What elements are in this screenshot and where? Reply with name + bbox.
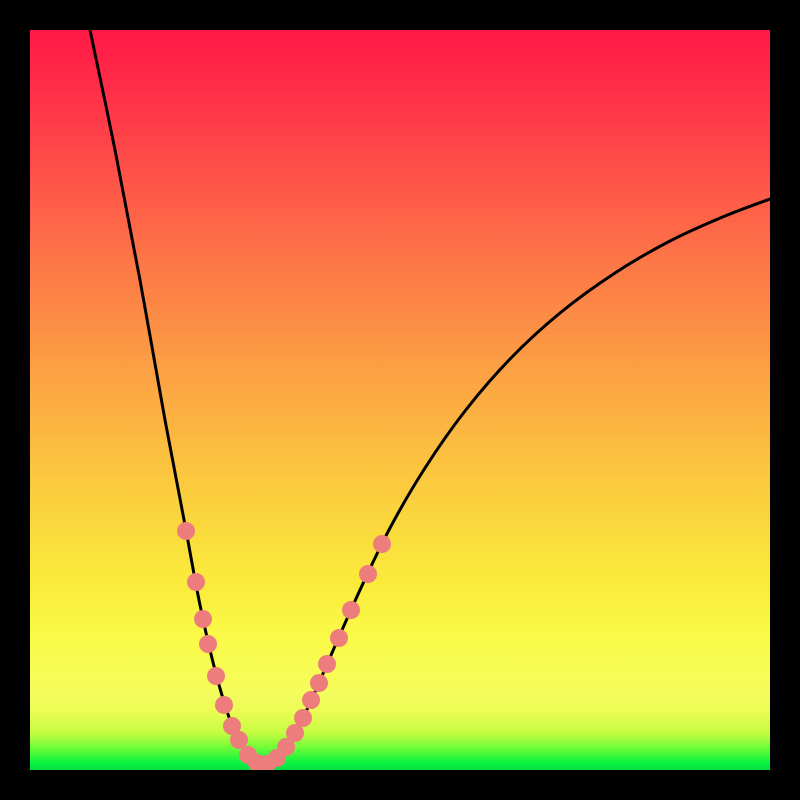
black-frame — [0, 0, 800, 800]
